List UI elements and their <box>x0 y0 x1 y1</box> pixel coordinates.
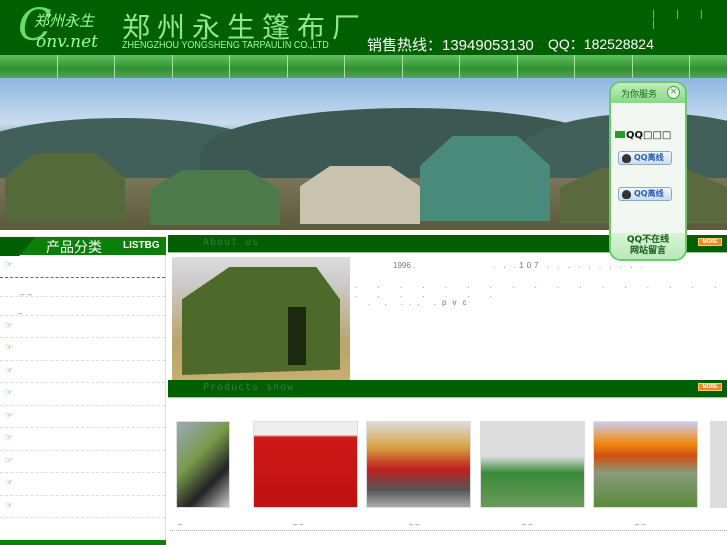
products-more-button[interactable]: MORE <box>698 383 722 391</box>
category-item[interactable]: ☞ <box>0 496 165 518</box>
category-item[interactable]: ☞ <box>0 383 165 406</box>
about-text: 1996 . <box>393 261 416 270</box>
logo[interactable]: C 郑州永生 onv.net <box>18 0 98 54</box>
product-image[interactable] <box>593 421 698 508</box>
sidebar-next-header <box>0 540 166 545</box>
close-icon[interactable]: × <box>667 86 680 99</box>
category-item[interactable]: ☞ <box>0 316 165 338</box>
product-image[interactable] <box>480 421 585 508</box>
hand-pointer-icon: ☞ <box>5 410 14 421</box>
about-tent-image <box>172 257 350 380</box>
product-image[interactable] <box>253 421 358 508</box>
product-category-header: 产品分类 LISTBG <box>0 236 166 256</box>
hand-pointer-icon: ☞ <box>5 343 14 353</box>
hand-pointer-icon: ☞ <box>5 388 14 398</box>
qq-offline-button[interactable]: QQ离线 <box>618 187 672 201</box>
category-item[interactable]: ☞ <box>0 451 165 473</box>
header: C 郑州永生 onv.net 郑州永生篷布厂 ZHENGZHOU YONGSHE… <box>0 0 727 55</box>
category-item[interactable]: ☞ <box>0 473 165 496</box>
product-image[interactable] <box>176 421 230 508</box>
category-subitem[interactable]: _ <box>0 297 165 316</box>
main-nav <box>0 55 727 78</box>
hand-pointer-icon: ☞ <box>5 320 14 331</box>
product-image[interactable] <box>366 421 471 508</box>
category-item[interactable]: ☞ <box>0 338 165 361</box>
top-links[interactable]: | | | | <box>652 10 727 30</box>
nav-item[interactable] <box>633 55 690 78</box>
product-caption[interactable]: _ _ <box>293 516 304 525</box>
category-item[interactable]: ☞ <box>0 255 165 278</box>
penguin-icon <box>622 190 631 199</box>
qq-number: QQ：182528824 <box>548 36 654 52</box>
company-name-en: ZHENGZHOU YONGSHENG TARPAULIN CO.,LTD <box>122 40 329 51</box>
penguin-icon <box>622 154 631 163</box>
nav-item[interactable] <box>345 55 403 78</box>
nav-item[interactable] <box>173 55 230 78</box>
product-caption[interactable]: _ _ <box>635 516 646 525</box>
sales-hotline: 销售热线：13949053130 <box>367 37 534 54</box>
nav-item[interactable] <box>230 55 288 78</box>
products-header: Products show MORE <box>168 380 727 398</box>
hand-pointer-icon: ☞ <box>5 455 14 466</box>
product-image[interactable] <box>710 421 727 508</box>
nav-item[interactable] <box>58 55 115 78</box>
product-caption[interactable]: _ _ <box>522 516 533 525</box>
about-text: . . . . . . . . . . . . . . . . . . . . … <box>355 281 726 299</box>
product-caption[interactable]: _ _ <box>409 516 420 525</box>
hand-pointer-icon: ☞ <box>5 478 14 488</box>
nav-item[interactable] <box>288 55 345 78</box>
nav-item[interactable] <box>460 55 518 78</box>
hand-pointer-icon: ☞ <box>5 433 14 443</box>
category-item[interactable]: ☞ <box>0 361 165 383</box>
leave-message-button[interactable]: QQ不在线 网站留言 <box>611 233 685 259</box>
nav-item[interactable] <box>403 55 460 78</box>
category-subitem[interactable]: _ _ <box>0 278 165 297</box>
category-item[interactable]: ☞ <box>0 428 165 451</box>
category-item[interactable]: ☞ <box>0 406 165 428</box>
nav-item[interactable] <box>575 55 633 78</box>
about-text: . . .107 . . . . . . . . . . <box>493 261 646 270</box>
hand-pointer-icon: ☞ <box>5 365 14 376</box>
divider <box>170 530 727 531</box>
hand-pointer-icon: ☞ <box>5 500 14 511</box>
qq-service-panel: 为你服务 × QQ□□□ QQ离线 QQ离线 QQ不在线 网站留言 <box>609 81 687 261</box>
qq-group: QQ□□□ <box>615 130 671 141</box>
nav-item[interactable] <box>0 55 58 78</box>
folder-icon <box>615 131 625 138</box>
nav-item[interactable] <box>115 55 173 78</box>
product-category-list: ☞ _ _ _ ☞ ☞ ☞ ☞ ☞ ☞ ☞ ☞ ☞ <box>0 255 166 540</box>
hand-pointer-icon: ☞ <box>5 260 14 270</box>
about-more-button[interactable]: MORE <box>698 238 722 246</box>
qq-offline-button[interactable]: QQ离线 <box>618 151 672 165</box>
product-caption[interactable]: _ <box>178 516 182 525</box>
nav-item[interactable] <box>518 55 575 78</box>
about-text: . . ... .pvc <box>368 298 473 307</box>
